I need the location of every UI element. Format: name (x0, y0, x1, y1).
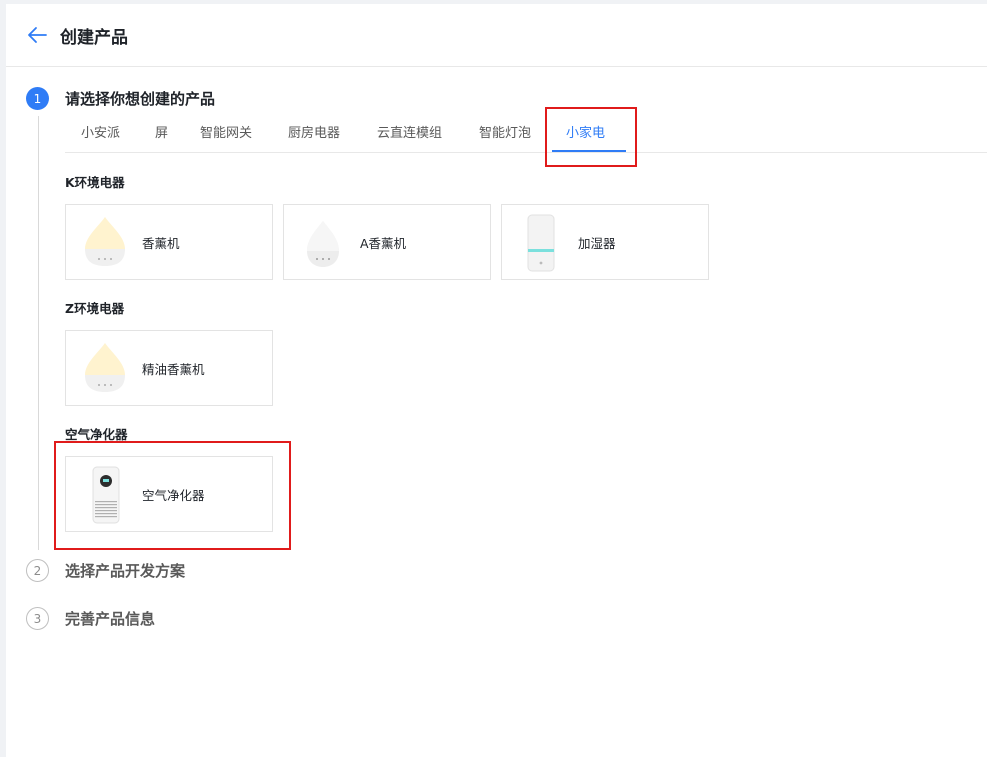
aroma-diffuser-icon (76, 337, 134, 399)
product-card-a-aroma-diffuser[interactable]: A香薰机 (283, 204, 491, 280)
back-button[interactable] (26, 24, 48, 46)
create-product-page: 创建产品 1 请选择你想创建的产品 小安派 屏 智能网关 厨房电器 云直连模组 … (6, 4, 987, 757)
step-3-number: 3 (26, 607, 49, 630)
step-1-number: 1 (26, 87, 49, 110)
step-2-number: 2 (26, 559, 49, 582)
tab-kitchen-appliance[interactable]: 厨房电器 (288, 122, 340, 152)
tab-xiaoanpai[interactable]: 小安派 (81, 122, 120, 152)
tab-smart-gateway[interactable]: 智能网关 (200, 122, 252, 152)
tab-screen[interactable]: 屏 (155, 122, 168, 152)
card-highlight-box (54, 441, 291, 550)
aroma-diffuser-icon (76, 211, 134, 273)
step-1: 1 请选择你想创建的产品 (26, 87, 215, 110)
section-title-k: K环境电器 (65, 175, 125, 190)
product-card-name: A香薰机 (360, 235, 407, 251)
step-1-label: 请选择你想创建的产品 (65, 90, 216, 108)
page-title: 创建产品 (60, 27, 128, 48)
product-card-essential-oil-diffuser[interactable]: 精油香薰机 (65, 330, 273, 406)
aroma-diffuser-icon (294, 211, 352, 273)
tab-smart-bulb[interactable]: 智能灯泡 (479, 122, 531, 152)
step-2-label: 选择产品开发方案 (65, 562, 186, 580)
product-card-humidifier[interactable]: 加湿器 (501, 204, 709, 280)
product-card-aroma-diffuser[interactable]: 香薰机 (65, 204, 273, 280)
tab-cloud-module[interactable]: 云直连模组 (377, 122, 442, 152)
step-connector-line (38, 116, 39, 550)
tab-highlight-box (545, 107, 637, 167)
arrow-left-icon (28, 27, 47, 43)
step-3: 3 完善产品信息 (26, 607, 155, 630)
page-header: 创建产品 (6, 4, 987, 67)
category-tabs: 小安派 屏 智能网关 厨房电器 云直连模组 智能灯泡 小家电 (65, 117, 987, 153)
product-card-name: 香薰机 (142, 235, 180, 251)
humidifier-icon (512, 211, 570, 273)
product-card-name: 加湿器 (578, 235, 616, 251)
step-3-label: 完善产品信息 (65, 610, 156, 628)
section-title-z: Z环境电器 (65, 301, 125, 316)
step-2: 2 选择产品开发方案 (26, 559, 185, 582)
product-card-name: 精油香薰机 (142, 361, 205, 377)
